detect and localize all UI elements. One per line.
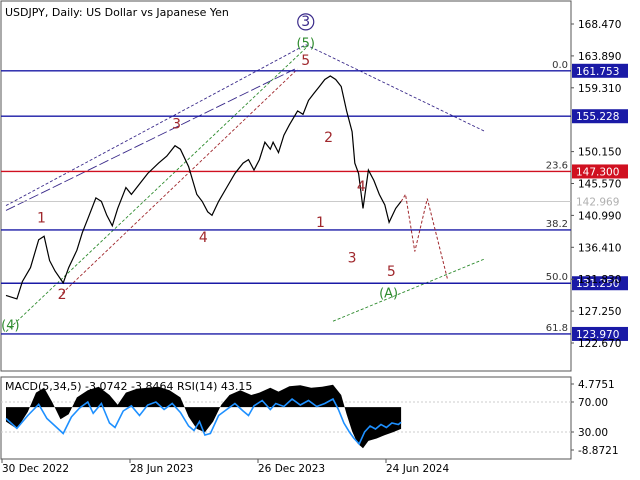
y-tick-label: 159.310 bbox=[578, 83, 621, 95]
chart-title: USDJPY, Daily: US Dollar vs Japanese Yen bbox=[5, 6, 229, 19]
wave-label: 1 bbox=[37, 210, 46, 226]
y-tick-label: 131.830 bbox=[578, 274, 621, 286]
price-tag: 142.969 bbox=[576, 197, 619, 209]
y-tick-label: 140.990 bbox=[578, 210, 621, 222]
wave-label: 3 bbox=[301, 14, 310, 30]
fib-label: 23.6 bbox=[546, 160, 568, 171]
price-tag: 155.228 bbox=[576, 111, 619, 123]
indicator-label: MACD(5,34,5) -3.0742 -3.8464 RSI(14) 43.… bbox=[5, 380, 252, 393]
wave-label: 5 bbox=[301, 53, 310, 69]
fib-label: 0.0 bbox=[552, 60, 568, 71]
x-tick-label: 24 Jun 2024 bbox=[386, 463, 449, 475]
price-tag: 161.753 bbox=[576, 66, 619, 78]
x-tick-label: 28 Jun 2023 bbox=[130, 463, 193, 475]
y-tick-label: 168.470 bbox=[578, 19, 621, 31]
chart-background bbox=[0, 0, 640, 480]
y-tick-label: 145.570 bbox=[578, 179, 621, 191]
y-tick-label: 127.250 bbox=[578, 306, 621, 318]
indicator-tick-label: -8.8721 bbox=[578, 445, 619, 457]
fib-label: 38.2 bbox=[546, 219, 568, 230]
wave-label: (4) bbox=[1, 319, 19, 334]
wave-label: 4 bbox=[199, 230, 208, 246]
y-tick-label: 122.670 bbox=[578, 338, 621, 350]
fib-label: 50.0 bbox=[546, 272, 568, 283]
indicator-tick-label: 4.7751 bbox=[578, 379, 615, 391]
x-tick-label: 30 Dec 2022 bbox=[2, 463, 69, 475]
wave-label: 3 bbox=[172, 116, 181, 132]
y-tick-label: 163.890 bbox=[578, 51, 621, 63]
wave-label: 4 bbox=[357, 179, 366, 195]
wave-label: 2 bbox=[58, 287, 67, 303]
wave-label: 5 bbox=[387, 264, 396, 280]
y-tick-label: 136.410 bbox=[578, 242, 621, 254]
fib-label: 61.8 bbox=[546, 323, 568, 334]
wave-label: 3 bbox=[348, 251, 357, 267]
indicator-tick-label: 70.00 bbox=[578, 397, 608, 409]
wave-label: (5) bbox=[297, 36, 315, 51]
usdjpy-chart: 0.0 23.6 38.2 50.0 61.8 (4) 1 2 3 4 5 (5) 3 2 1 4 3 5 (A)… bbox=[0, 0, 640, 480]
price-tag: 147.300 bbox=[576, 166, 619, 178]
x-tick-label: 26 Dec 2023 bbox=[258, 463, 325, 475]
wave-label: (A) bbox=[379, 287, 398, 302]
wave-label: 2 bbox=[324, 130, 333, 146]
indicator-tick-label: 30.00 bbox=[578, 427, 608, 439]
y-tick-label: 150.150 bbox=[578, 147, 621, 159]
wave-label: 1 bbox=[316, 215, 325, 231]
